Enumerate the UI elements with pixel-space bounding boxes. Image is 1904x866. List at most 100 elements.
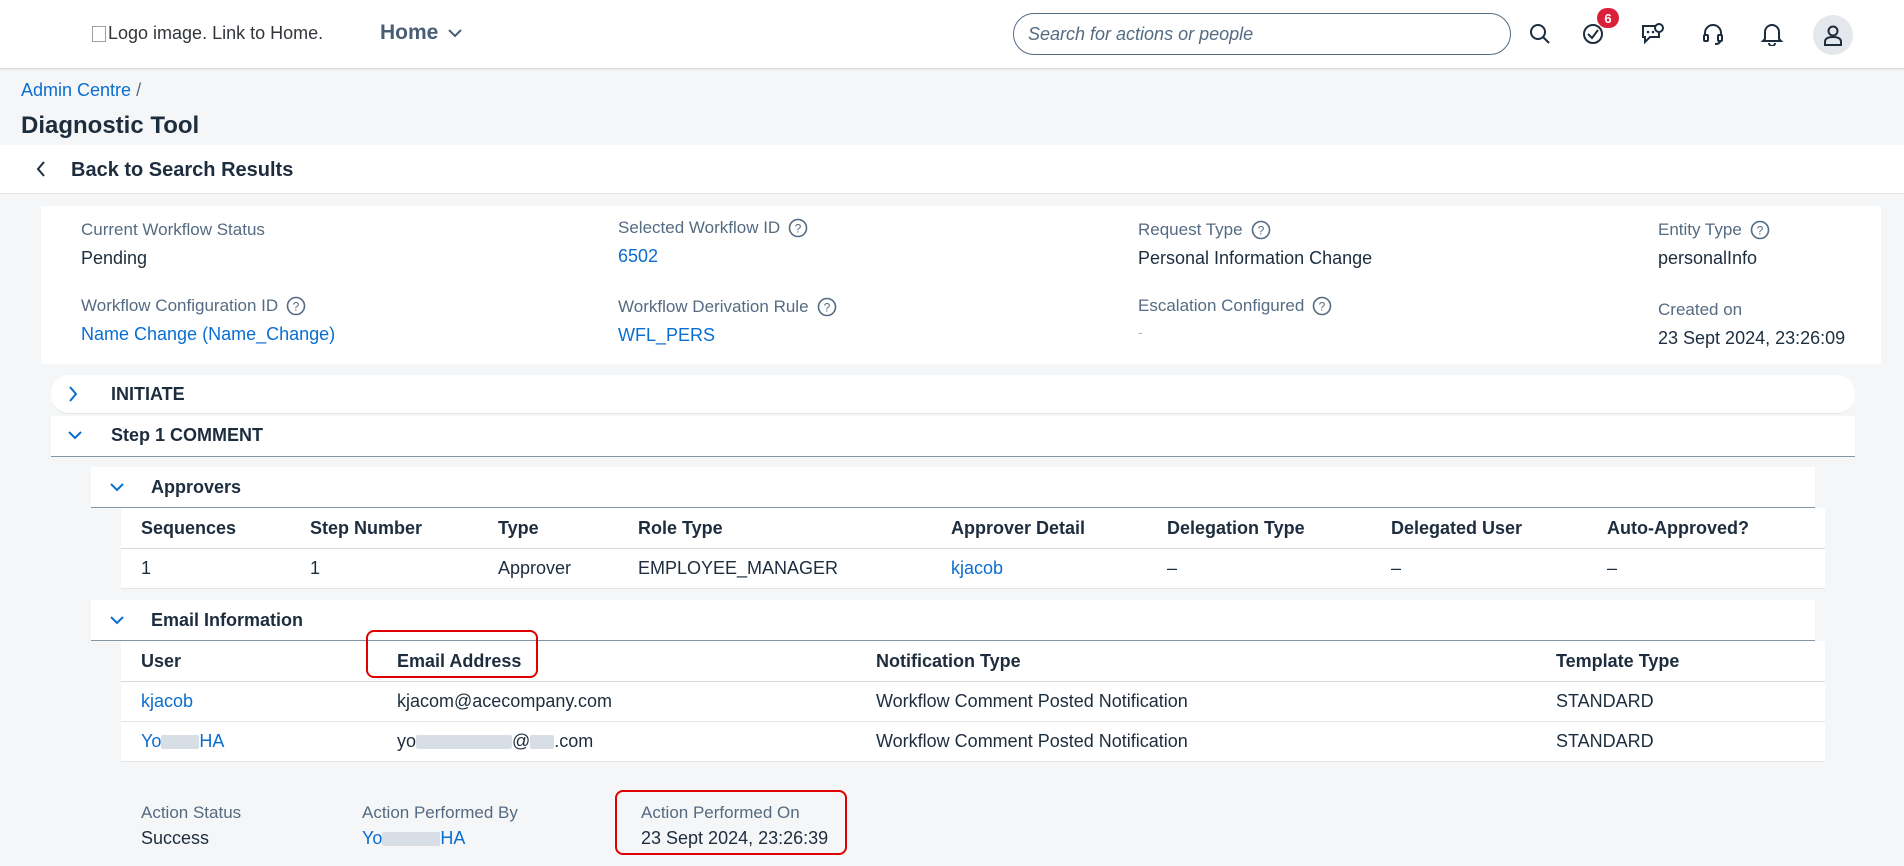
help-icon[interactable]: ? xyxy=(1312,296,1332,316)
redacted-text xyxy=(161,735,200,750)
email-prefix: yo xyxy=(397,731,417,751)
help-icon[interactable]: ? xyxy=(817,297,837,317)
column-header: Delegated User xyxy=(1371,508,1587,549)
initiate-panel-title: INITIATE xyxy=(111,384,185,404)
search-input[interactable] xyxy=(1013,13,1511,55)
user-link[interactable]: kjacob xyxy=(121,681,377,722)
table-cell: – xyxy=(1587,548,1825,589)
back-bar: Back to Search Results xyxy=(0,145,1904,194)
user-link[interactable]: Yo HA xyxy=(121,721,377,762)
created-on-label: Created on xyxy=(1658,300,1743,319)
approvers-table: Sequences Step Number Type Role Type App… xyxy=(121,508,1825,589)
shell-bar: Logo image. Link to Home. Home 6 xyxy=(0,0,1904,69)
escalation-label: Escalation Configured xyxy=(1138,296,1305,315)
chevron-down-icon[interactable] xyxy=(67,429,83,441)
initiate-panel-header[interactable]: INITIATE xyxy=(51,375,1855,414)
action-performed-by-label: Action Performed By xyxy=(362,803,518,822)
action-status-field: Action Status Success xyxy=(141,803,241,849)
user-avatar-icon xyxy=(1824,25,1842,46)
approvers-panel-title: Approvers xyxy=(151,477,242,497)
action-performed-by-link[interactable]: Yo HA xyxy=(362,828,518,849)
approvers-header-row: Sequences Step Number Type Role Type App… xyxy=(121,508,1825,549)
breadcrumb-separator: / xyxy=(136,80,142,100)
breadcrumb-admin-centre-link[interactable]: Admin Centre xyxy=(21,80,131,100)
table-cell: EMPLOYEE_MANAGER xyxy=(618,548,931,589)
home-menu-label: Home xyxy=(380,21,439,44)
table-cell: STANDARD xyxy=(1536,721,1825,762)
performer-prefix: Yo xyxy=(362,828,383,848)
table-row: kjacob kjacom@acecompany.com Workflow Co… xyxy=(121,681,1825,722)
chevron-left-icon[interactable] xyxy=(34,159,48,179)
chevron-right-icon[interactable] xyxy=(67,385,79,403)
escalation-field: Escalation Configured ? - xyxy=(1138,296,1332,340)
action-performed-on-label: Action Performed On xyxy=(641,803,800,822)
svg-text:?: ? xyxy=(795,222,802,236)
svg-text:?: ? xyxy=(1319,300,1326,314)
user-avatar-button[interactable] xyxy=(1813,15,1853,55)
config-id-link[interactable]: Name Change (Name_Change) xyxy=(81,324,335,345)
support-button[interactable] xyxy=(1697,18,1729,50)
breadcrumb: Admin Centre / xyxy=(21,80,141,101)
logo-alt-text: Logo image. Link to Home. xyxy=(108,23,324,43)
table-row: Yo HA yo @ .com Workflow Comment Posted Not… xyxy=(121,721,1825,762)
column-header: Email Address xyxy=(377,641,856,682)
entity-type-value: personalInfo xyxy=(1658,248,1758,268)
chevron-down-icon[interactable] xyxy=(109,614,125,626)
table-cell: Workflow Comment Posted Notification xyxy=(856,721,1536,762)
table-cell: – xyxy=(1147,548,1371,589)
chevron-down-icon[interactable] xyxy=(109,481,125,493)
created-on-field: Created on 23 Sept 2024, 23:26:09 xyxy=(1658,300,1845,349)
redacted-text xyxy=(530,735,555,750)
table-cell: 1 xyxy=(290,548,478,589)
workflow-id-link[interactable]: 6502 xyxy=(618,246,808,267)
svg-text:?: ? xyxy=(293,300,300,314)
current-status-label: Current Workflow Status xyxy=(81,220,265,239)
step1-panel-title: Step 1 COMMENT xyxy=(111,425,264,445)
chat-bot-icon xyxy=(1642,23,1664,45)
bell-icon xyxy=(1761,24,1783,46)
assistant-button[interactable] xyxy=(1637,18,1669,50)
home-menu-button[interactable]: Home xyxy=(380,21,463,45)
headset-icon xyxy=(1703,24,1723,45)
current-status-value: Pending xyxy=(81,248,148,268)
derivation-rule-link[interactable]: WFL_PERS xyxy=(618,325,837,346)
table-cell: Workflow Comment Posted Notification xyxy=(856,681,1536,722)
current-status-field: Current Workflow Status Pending xyxy=(81,220,265,269)
column-header: Template Type xyxy=(1536,641,1825,682)
workflow-id-label: Selected Workflow ID xyxy=(618,218,781,237)
table-row: 1 1 Approver EMPLOYEE_MANAGER kjacob – –… xyxy=(121,548,1825,589)
column-header: Sequences xyxy=(121,508,290,549)
help-icon[interactable]: ? xyxy=(1750,220,1770,240)
page-title: Diagnostic Tool xyxy=(21,112,200,139)
back-to-search-results-link[interactable]: Back to Search Results xyxy=(71,159,293,182)
entity-type-field: Entity Type ? personalInfo xyxy=(1658,220,1770,269)
escalation-value: - xyxy=(1138,324,1143,340)
approver-detail-link[interactable]: kjacob xyxy=(931,548,1147,589)
home-logo-link[interactable]: Logo image. Link to Home. xyxy=(92,23,323,44)
svg-text:?: ? xyxy=(1257,224,1264,238)
request-type-label: Request Type xyxy=(1138,220,1243,239)
config-id-label: Workflow Configuration ID xyxy=(81,296,279,315)
notifications-button[interactable] xyxy=(1756,18,1788,50)
request-type-value: Personal Information Change xyxy=(1138,248,1373,268)
notification-count-badge: 6 xyxy=(1597,8,1619,28)
action-status-value: Success xyxy=(141,828,210,848)
email-info-panel-header[interactable]: Email Information xyxy=(91,600,1815,641)
column-header: Step Number xyxy=(290,508,478,549)
column-header: Approver Detail xyxy=(931,508,1147,549)
search-button[interactable] xyxy=(1524,18,1556,50)
performer-suffix: HA xyxy=(440,828,466,848)
approvers-panel-header[interactable]: Approvers xyxy=(91,467,1815,508)
email-at: @ xyxy=(512,731,531,751)
help-icon[interactable]: ? xyxy=(286,296,306,316)
workflow-id-field: Selected Workflow ID ? 6502 xyxy=(618,218,808,267)
step1-panel-header[interactable]: Step 1 COMMENT xyxy=(51,416,1855,457)
help-icon[interactable]: ? xyxy=(1251,220,1271,240)
search-icon xyxy=(1530,24,1550,44)
help-icon[interactable]: ? xyxy=(788,218,808,238)
column-header: Notification Type xyxy=(856,641,1536,682)
table-cell: kjacom@acecompany.com xyxy=(377,681,856,722)
user-name-prefix: Yo xyxy=(141,731,162,751)
email-header-row: User Email Address Notification Type Tem… xyxy=(121,641,1825,682)
entity-type-label: Entity Type xyxy=(1658,220,1742,239)
